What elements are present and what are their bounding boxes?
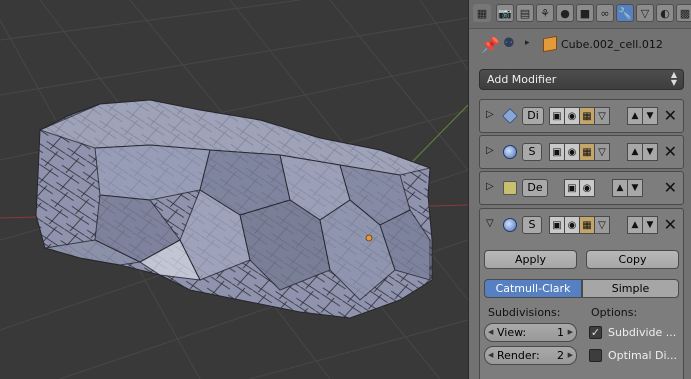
decrement-arrow-icon[interactable]: ◀ <box>488 347 493 364</box>
move-up-button[interactable]: ▲ <box>612 179 628 197</box>
viewport-toggle-icon[interactable]: ◉ <box>579 179 595 197</box>
dropdown-arrows-icon: ▲ ▼ <box>670 70 677 87</box>
decimate-icon <box>502 108 518 124</box>
modifier-name-field[interactable]: De <box>522 179 548 197</box>
apply-button[interactable]: Apply <box>484 250 577 269</box>
properties-panel: ▦ 📷 ▤ ⚘ ● ■ ∞ 🔧 ▽ ◐ ▩ 📌 ⚉ ▸ Cube.002_cel… <box>468 0 691 379</box>
editmode-toggle-icon[interactable]: ▦ <box>579 143 595 161</box>
render-levels-label: Render: <box>497 349 540 362</box>
editmode-toggle-icon[interactable]: ▦ <box>579 216 595 234</box>
expand-triangle-icon[interactable]: ▷ <box>486 145 494 156</box>
render-toggle-icon[interactable]: ▣ <box>549 216 565 234</box>
expand-triangle-icon[interactable]: ▷ <box>486 109 494 120</box>
collapse-triangle-icon[interactable]: ▽ <box>486 218 494 229</box>
properties-context-bar: ▦ 📷 ▤ ⚘ ● ■ ∞ 🔧 ▽ ◐ ▩ <box>469 0 691 29</box>
viewport-toggle-icon[interactable]: ◉ <box>564 107 580 125</box>
options-label: Options: <box>591 306 638 319</box>
viewport-toggle-icon[interactable]: ◉ <box>564 216 580 234</box>
constraints-icon[interactable]: ∞ <box>596 4 614 22</box>
view-levels-field[interactable]: ◀ View: 1 ▶ <box>484 323 577 342</box>
texture-icon[interactable]: ▩ <box>676 4 691 22</box>
modifier-panel-subsurf-expanded: ▽ S ▣ ◉ ▦ ▽ ▲ ▼ ✕ <box>479 208 684 242</box>
object-name: Cube.002_cell.012 <box>561 38 663 51</box>
subsurf-settings: Apply Copy Catmull-Clark Simple Subdivis… <box>479 240 684 379</box>
subdivide-uvs-label: Subdivide ... <box>608 326 677 339</box>
scene-icon[interactable]: ⚘ <box>536 4 554 22</box>
displace-icon <box>503 181 517 195</box>
cage-toggle-icon[interactable]: ▽ <box>594 107 610 125</box>
move-down-button[interactable]: ▼ <box>627 179 643 197</box>
material-icon[interactable]: ◐ <box>656 4 674 22</box>
remove-modifier-icon[interactable]: ✕ <box>664 106 677 126</box>
cage-toggle-icon[interactable]: ▽ <box>594 143 610 161</box>
add-modifier-dropdown[interactable]: Add Modifier ▲ ▼ <box>479 69 684 90</box>
simple-option[interactable]: Simple <box>582 279 679 298</box>
render-levels-field[interactable]: ◀ Render: 2 ▶ <box>484 346 577 365</box>
viewport-canvas <box>0 0 468 379</box>
modifier-name-field[interactable]: Di <box>522 107 544 125</box>
move-down-button[interactable]: ▼ <box>642 216 658 234</box>
viewport-toggle-icon[interactable]: ◉ <box>564 143 580 161</box>
render-toggle-icon[interactable]: ▣ <box>549 143 565 161</box>
view-levels-value: 1 <box>557 326 564 339</box>
modifier-panel-decimate: ▷ Di ▣ ◉ ▦ ▽ ▲ ▼ ✕ <box>479 99 684 133</box>
move-up-button[interactable]: ▲ <box>627 216 643 234</box>
copy-button[interactable]: Copy <box>586 250 679 269</box>
3d-viewport[interactable] <box>0 0 468 379</box>
optimal-display-label: Optimal Di... <box>608 349 678 362</box>
editmode-toggle-icon[interactable]: ▦ <box>579 107 595 125</box>
render-toggle-icon[interactable]: ▣ <box>564 179 580 197</box>
subsurf-icon <box>503 145 517 159</box>
breadcrumb-arrow-icon: ▸ <box>525 38 530 48</box>
subdivide-uvs-checkbox[interactable]: ✓ <box>589 326 602 339</box>
subdivisions-label: Subdivisions: <box>488 306 561 319</box>
world-icon[interactable]: ● <box>556 4 574 22</box>
modifiers-icon[interactable]: 🔧 <box>616 4 634 22</box>
view-levels-label: View: <box>497 326 527 339</box>
decrement-arrow-icon[interactable]: ◀ <box>488 324 493 341</box>
object-data-icon: ⚉ <box>503 36 515 51</box>
modifier-panel-displace: ▷ De ▣ ◉ ▲ ▼ ✕ <box>479 171 684 205</box>
add-modifier-label: Add Modifier <box>487 73 557 86</box>
remove-modifier-icon[interactable]: ✕ <box>664 215 677 235</box>
remove-modifier-icon[interactable]: ✕ <box>664 178 677 198</box>
object-origin <box>365 234 373 242</box>
render-toggle-icon[interactable]: ▣ <box>549 107 565 125</box>
move-down-button[interactable]: ▼ <box>642 143 658 161</box>
mesh-object-icon <box>543 35 557 53</box>
render-layers-icon[interactable]: ▤ <box>516 4 534 22</box>
object-icon[interactable]: ■ <box>576 4 594 22</box>
move-up-button[interactable]: ▲ <box>627 143 643 161</box>
increment-arrow-icon[interactable]: ▶ <box>568 347 573 364</box>
expand-triangle-icon[interactable]: ▷ <box>486 181 494 192</box>
increment-arrow-icon[interactable]: ▶ <box>568 324 573 341</box>
render-icon[interactable]: 📷 <box>496 4 514 22</box>
modifier-panel-subsurf: ▷ S ▣ ◉ ▦ ▽ ▲ ▼ ✕ <box>479 135 684 169</box>
modifier-name-field[interactable]: S <box>522 216 542 234</box>
editor-type-icon[interactable]: ▦ <box>473 4 491 22</box>
pin-icon[interactable]: 📌 <box>481 36 500 54</box>
move-down-button[interactable]: ▼ <box>642 107 658 125</box>
fractured-mesh <box>35 99 433 319</box>
move-up-button[interactable]: ▲ <box>627 107 643 125</box>
catmull-clark-option[interactable]: Catmull-Clark <box>484 279 582 298</box>
cage-toggle-icon[interactable]: ▽ <box>594 216 610 234</box>
optimal-display-checkbox[interactable] <box>589 349 602 362</box>
subsurf-icon <box>503 218 517 232</box>
render-levels-value: 2 <box>557 349 564 362</box>
modifier-name-field[interactable]: S <box>522 143 542 161</box>
data-icon[interactable]: ▽ <box>636 4 654 22</box>
remove-modifier-icon[interactable]: ✕ <box>664 142 677 162</box>
